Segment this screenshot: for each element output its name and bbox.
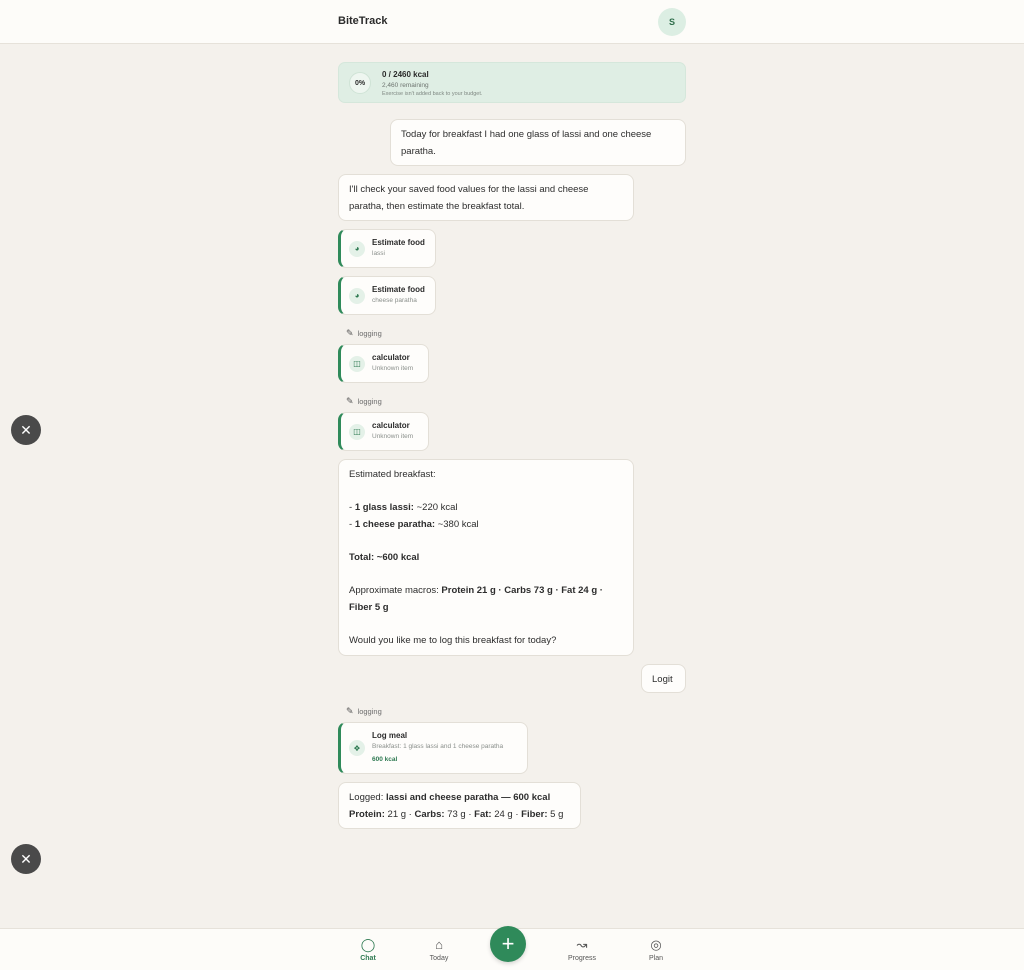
estimate-item: - 1 cheese paratha: ~380 kcal: [349, 519, 479, 530]
logging-text: logging: [357, 397, 382, 406]
close-icon: ✕: [20, 421, 32, 438]
nav-label: Progress: [567, 955, 596, 962]
tool-call-card[interactable]: ◫ calculator Unknown item: [338, 412, 429, 451]
app-title: BiteTrack: [338, 15, 388, 27]
tool-subtitle: Unknown item: [372, 433, 414, 440]
food-icon: ◕: [349, 240, 365, 257]
budget-summary: 0 / 2460 kcal: [382, 70, 429, 79]
tool-call-card[interactable]: ◕ Estimate food lassi: [338, 229, 436, 268]
estimate-macros: Approximate macros: Protein 21 g · Carbs…: [349, 585, 603, 596]
pencil-icon: ✎: [346, 328, 354, 338]
tool-call-card[interactable]: ◕ Estimate food cheese paratha: [338, 276, 436, 315]
plus-icon: +: [501, 931, 515, 956]
budget-remaining: 2,460 remaining: [382, 82, 429, 89]
estimate-macros-cont: Fiber 5 g: [349, 602, 389, 613]
logging-label: ✎ logging: [346, 706, 382, 717]
nav-label: Chat: [360, 955, 376, 962]
assistant-message: I'll check your saved food values for th…: [338, 174, 634, 221]
logged-macros: Protein: 21 g · Carbs: 73 g · Fat: 24 g …: [349, 809, 564, 820]
tool-subtitle: lassi: [372, 250, 386, 257]
estimate-intro: Estimated breakfast:: [349, 469, 436, 480]
chat-bubble-icon: ◯: [360, 937, 376, 952]
estimate-total: Total: ~600 kcal: [349, 552, 420, 563]
calculator-icon: ◫: [349, 423, 365, 440]
close-button[interactable]: ✕: [11, 844, 41, 874]
nav-today[interactable]: ⌂ Today: [419, 937, 459, 962]
calculator-icon: ◫: [349, 355, 365, 372]
logging-label: ✎ logging: [346, 328, 382, 339]
pencil-icon: ✎: [346, 396, 354, 406]
user-message: Today for breakfast I had one glass of l…: [390, 119, 686, 166]
tool-kcal: 600 kcal: [372, 756, 398, 763]
nav-chat[interactable]: ◯ Chat: [348, 937, 388, 962]
nav-progress[interactable]: ↝ Progress: [562, 937, 602, 962]
tool-call-card[interactable]: ◫ calculator Unknown item: [338, 344, 429, 383]
tool-title: Estimate food: [372, 238, 425, 247]
calorie-budget-card[interactable]: 0% 0 / 2460 kcal 2,460 remaining Exercis…: [338, 62, 686, 103]
logging-label: ✎ logging: [346, 396, 382, 407]
home-icon: ⌂: [435, 937, 443, 952]
message-text: Today for breakfast I had one glass of l…: [401, 129, 652, 157]
budget-note: Exercise isn't added back to your budget…: [382, 91, 483, 97]
chart-line-icon: ↝: [576, 937, 588, 952]
logged-summary: Logged: lassi and cheese paratha — 600 k…: [349, 792, 551, 803]
logging-text: logging: [357, 707, 382, 716]
tool-title: calculator: [372, 421, 410, 430]
tool-subtitle: cheese paratha: [372, 297, 417, 304]
app-header: BiteTrack S: [0, 0, 1024, 44]
tool-subtitle: Breakfast: 1 glass lassi and 1 cheese pa…: [372, 743, 504, 750]
assistant-message: Logged: lassi and cheese paratha — 600 k…: [338, 782, 581, 829]
pencil-icon: ✎: [346, 706, 354, 716]
message-text: I'll check your saved food values for th…: [349, 184, 589, 212]
tool-title: Log meal: [372, 731, 408, 740]
estimate-item: - 1 glass lassi: ~220 kcal: [349, 502, 458, 513]
logging-text: logging: [357, 329, 382, 338]
add-button[interactable]: +: [490, 926, 526, 962]
food-icon: ◕: [349, 287, 365, 304]
message-text: Logit: [652, 674, 673, 685]
nav-plan[interactable]: ◎ Plan: [636, 937, 676, 962]
budget-progress-ring: 0%: [349, 72, 371, 94]
estimate-question: Would you like me to log this breakfast …: [349, 635, 557, 646]
tool-title: calculator: [372, 353, 410, 362]
user-message: Logit: [641, 664, 686, 693]
tool-title: Estimate food: [372, 285, 425, 294]
nav-label: Today: [429, 955, 449, 962]
avatar[interactable]: S: [658, 8, 686, 36]
tool-subtitle: Unknown item: [372, 365, 414, 372]
target-icon: ◎: [650, 937, 662, 952]
assistant-message: Estimated breakfast: - 1 glass lassi: ~2…: [338, 459, 634, 656]
close-button[interactable]: ✕: [11, 415, 41, 445]
tool-call-card[interactable]: ❖ Log meal Breakfast: 1 glass lassi and …: [338, 722, 528, 774]
close-icon: ✕: [20, 850, 32, 867]
log-meal-icon: ❖: [349, 740, 365, 756]
nav-label: Plan: [648, 955, 663, 962]
